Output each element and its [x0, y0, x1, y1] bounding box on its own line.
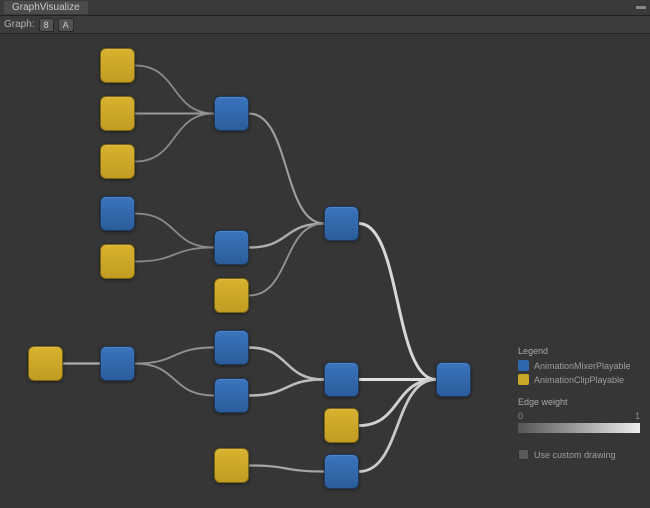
- graph-edge: [359, 380, 436, 472]
- window-tab[interactable]: GraphVisualize: [4, 1, 88, 14]
- legend-swatch: [518, 374, 529, 385]
- edge-weight-min: 0: [518, 411, 523, 421]
- graph-field-a[interactable]: 8: [39, 18, 54, 32]
- custom-drawing-label: Use custom drawing: [534, 450, 616, 460]
- graph-node-clip[interactable]: [324, 408, 359, 443]
- graph-edge: [249, 466, 324, 472]
- custom-drawing-row[interactable]: Use custom drawing: [518, 449, 640, 460]
- legend-label: AnimationClipPlayable: [534, 375, 624, 385]
- graph-node-mixer[interactable]: [324, 362, 359, 397]
- graph-node-mixer[interactable]: [100, 196, 135, 231]
- graph-edge: [135, 66, 214, 114]
- custom-drawing-checkbox[interactable]: [518, 449, 529, 460]
- graph-edge: [359, 224, 436, 380]
- graph-node-mixer[interactable]: [324, 206, 359, 241]
- toolbar: Graph: 8 A: [0, 16, 650, 34]
- graph-edge: [135, 248, 214, 262]
- window-buttons: [636, 6, 646, 9]
- graph-node-clip[interactable]: [28, 346, 63, 381]
- graph-edge: [249, 224, 324, 248]
- legend-panel: Legend AnimationMixerPlayable AnimationCl…: [518, 346, 640, 460]
- legend-swatch: [518, 360, 529, 371]
- graph-node-clip[interactable]: [100, 48, 135, 83]
- graph-edge: [135, 214, 214, 248]
- graph-node-clip[interactable]: [100, 144, 135, 179]
- edge-weight-max: 1: [635, 411, 640, 421]
- legend-item: AnimationClipPlayable: [518, 374, 640, 385]
- edge-weight-title: Edge weight: [518, 397, 640, 407]
- graph-node-clip[interactable]: [214, 448, 249, 483]
- graph-edge: [249, 380, 324, 396]
- graph-node-mixer[interactable]: [324, 454, 359, 489]
- legend-label: AnimationMixerPlayable: [534, 361, 631, 371]
- graph-edge: [359, 380, 436, 426]
- graph-node-clip[interactable]: [214, 278, 249, 313]
- graph-edge: [135, 364, 214, 396]
- graph-node-mixer[interactable]: [214, 378, 249, 413]
- graph-node-mixer[interactable]: [214, 96, 249, 131]
- graph-node-clip[interactable]: [100, 96, 135, 131]
- graph-edge: [249, 224, 324, 296]
- edge-weight-section: Edge weight 0 1: [518, 397, 640, 433]
- legend-title: Legend: [518, 346, 640, 356]
- graph-node-clip[interactable]: [100, 244, 135, 279]
- graph-edge: [135, 348, 214, 364]
- graph-edge: [249, 114, 324, 224]
- titlebar: GraphVisualize: [0, 0, 650, 16]
- graph-edge: [135, 114, 214, 162]
- graph-edge: [249, 348, 324, 380]
- legend-item: AnimationMixerPlayable: [518, 360, 640, 371]
- graph-label: Graph:: [4, 19, 35, 30]
- graph-node-mixer[interactable]: [436, 362, 471, 397]
- graph-node-mixer[interactable]: [214, 230, 249, 265]
- graph-node-mixer[interactable]: [214, 330, 249, 365]
- edge-weight-gradient: [518, 423, 640, 433]
- graph-field-b[interactable]: A: [58, 18, 74, 32]
- window-button[interactable]: [636, 6, 646, 9]
- graph-node-mixer[interactable]: [100, 346, 135, 381]
